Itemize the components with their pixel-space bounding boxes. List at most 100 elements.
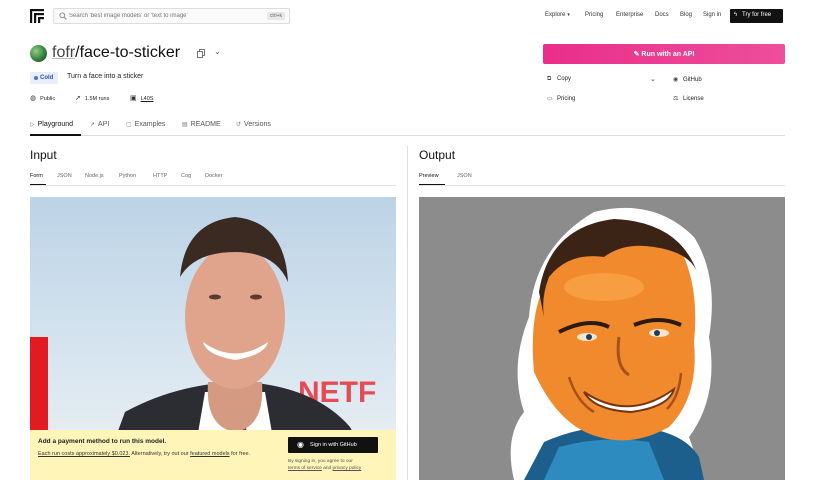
model-name: face-to-sticker: [79, 44, 181, 61]
license-label: License: [683, 96, 704, 102]
subtab-output-json[interactable]: JSON: [457, 173, 472, 179]
legal-and: and: [321, 466, 333, 471]
legal-text: By signing in, you agree to our terms of …: [288, 458, 398, 472]
tab-playground[interactable]: ▷ Playground: [30, 121, 73, 128]
active-subtab-indicator: [30, 184, 46, 185]
tab-api-label: API: [98, 121, 110, 128]
nav-sign-in[interactable]: Sign in: [703, 12, 721, 18]
legal-text-intro: By signing in, you agree to our: [288, 459, 353, 464]
runs-meta: ➚ 1.5M runs: [75, 94, 109, 102]
model-title: fofr/face-to-sticker: [52, 44, 180, 62]
copy-menu[interactable]: ⧉ Copy: [547, 76, 571, 83]
search-box[interactable]: ctrl+k: [53, 8, 290, 24]
subtab-json[interactable]: JSON: [57, 173, 72, 179]
visibility-label: Public: [40, 96, 56, 102]
nav-explore-label: Explore: [545, 12, 566, 18]
history-icon: ↺: [236, 122, 242, 128]
play-icon: ▷: [30, 122, 35, 128]
owner-avatar[interactable]: [30, 45, 47, 62]
active-subtab-indicator: [419, 184, 445, 185]
run-with-api-label: Run with an API: [641, 51, 695, 58]
run-cost-link[interactable]: Each run costs approximately $0.023.: [38, 451, 130, 457]
replicate-logo-icon[interactable]: [30, 9, 44, 23]
input-panel-title: Input: [30, 148, 57, 162]
rocket-icon: ➚: [75, 95, 81, 102]
run-with-api-button[interactable]: ✎ Run with an API: [543, 44, 785, 64]
nav-pricing[interactable]: Pricing: [585, 12, 603, 18]
subtab-docker[interactable]: Docker: [205, 173, 222, 179]
model-tabs: ▷ Playground ➚ API ▢ Examples ▤ README ↺ Vers…: [30, 116, 785, 136]
sign-in-github-button[interactable]: ◉ Sign in with GitHub: [288, 437, 378, 453]
book-icon: ▤: [182, 122, 188, 128]
model-owner-link[interactable]: fofr: [52, 44, 75, 61]
license-link[interactable]: ⚖ License: [673, 95, 704, 102]
tab-api[interactable]: ➚ API: [90, 121, 109, 128]
try-for-free-button[interactable]: ϟ Try for free: [730, 9, 783, 23]
runs-label: 1.5M runs: [84, 96, 110, 102]
nav-enterprise[interactable]: Enterprise: [616, 12, 643, 18]
subtab-python[interactable]: Python: [119, 173, 136, 179]
image-icon: ▢: [126, 122, 132, 128]
panel-divider: [407, 146, 408, 480]
search-input[interactable]: [69, 10, 259, 22]
pricing-label: Pricing: [557, 96, 576, 102]
scale-icon: ⚖: [673, 96, 679, 102]
output-sticker: [419, 197, 785, 480]
copy-icon[interactable]: [197, 49, 205, 58]
chevron-down-icon: ▾: [567, 12, 570, 18]
active-tab-indicator: [30, 134, 81, 136]
output-image[interactable]: [419, 197, 785, 480]
tab-playground-label: Playground: [37, 121, 74, 128]
banner-text: Each run costs approximately $0.023. Alt…: [38, 450, 288, 458]
subtab-cog[interactable]: Cog: [181, 173, 191, 179]
status-badge: Cold: [30, 72, 58, 84]
tab-versions-label: Versions: [244, 121, 271, 128]
payment-banner: Add a payment method to run this model. …: [30, 430, 396, 480]
chevron-down-icon[interactable]: ⌄: [650, 75, 656, 83]
chevron-down-icon[interactable]: ⌄: [214, 47, 221, 56]
sign-in-github-label: Sign in with GitHub: [310, 442, 357, 448]
banner-text-mid: Alternatively, try out our: [130, 451, 191, 457]
visibility-meta: ◍ Public: [30, 94, 55, 102]
output-panel-title: Output: [419, 148, 456, 162]
nav-blog[interactable]: Blog: [680, 12, 692, 18]
github-icon: ◉: [673, 77, 679, 83]
input-subtabs: Form JSON Node.js Python HTTP Cog Docker: [30, 172, 396, 186]
rocket-icon: ➚: [90, 122, 96, 128]
subtab-form[interactable]: Form: [30, 173, 43, 179]
github-link[interactable]: ◉ GitHub: [673, 76, 702, 83]
model-description: Turn a face into a sticker: [67, 73, 144, 80]
status-label: Cold: [40, 75, 54, 81]
banner-text-end: for free.: [229, 451, 251, 457]
bolt-icon: ϟ: [734, 12, 738, 18]
subtab-http[interactable]: HTTP: [153, 173, 167, 179]
subtab-preview[interactable]: Preview: [419, 173, 439, 179]
hardware-meta: ▣ L40S: [130, 94, 153, 102]
tab-versions[interactable]: ↺ Versions: [236, 121, 271, 128]
github-label: GitHub: [683, 77, 702, 83]
hardware-link[interactable]: L40S: [141, 96, 154, 102]
search-shortcut: ctrl+k: [266, 12, 285, 20]
search-icon: [59, 12, 67, 20]
banner-title: Add a payment method to run this model.: [38, 438, 167, 445]
github-icon: ◉: [297, 440, 304, 449]
featured-models-link[interactable]: featured models: [190, 451, 229, 457]
copy-label: Copy: [557, 76, 572, 82]
nav-docs[interactable]: Docs: [655, 12, 669, 18]
tab-readme-label: README: [190, 121, 221, 128]
nav-explore[interactable]: Explore ▾: [545, 12, 570, 18]
terms-link[interactable]: terms of service: [288, 466, 322, 471]
try-for-free-label: Try for free: [742, 12, 772, 18]
globe-icon: ◍: [30, 95, 37, 102]
card-icon: ▭: [547, 96, 553, 102]
tab-examples[interactable]: ▢ Examples: [126, 121, 165, 128]
pricing-link[interactable]: ▭ Pricing: [547, 95, 575, 102]
output-subtabs: Preview JSON: [419, 172, 785, 186]
tab-examples-label: Examples: [134, 121, 166, 128]
copy-icon: ⧉: [547, 76, 552, 82]
subtab-nodejs[interactable]: Node.js: [85, 173, 104, 179]
tab-readme[interactable]: ▤ README: [182, 121, 221, 128]
top-nav: ctrl+k Explore▾ Pricing Enterprise Docs …: [0, 0, 815, 32]
privacy-link[interactable]: privacy policy: [333, 466, 362, 471]
chip-icon: ▣: [130, 95, 137, 102]
